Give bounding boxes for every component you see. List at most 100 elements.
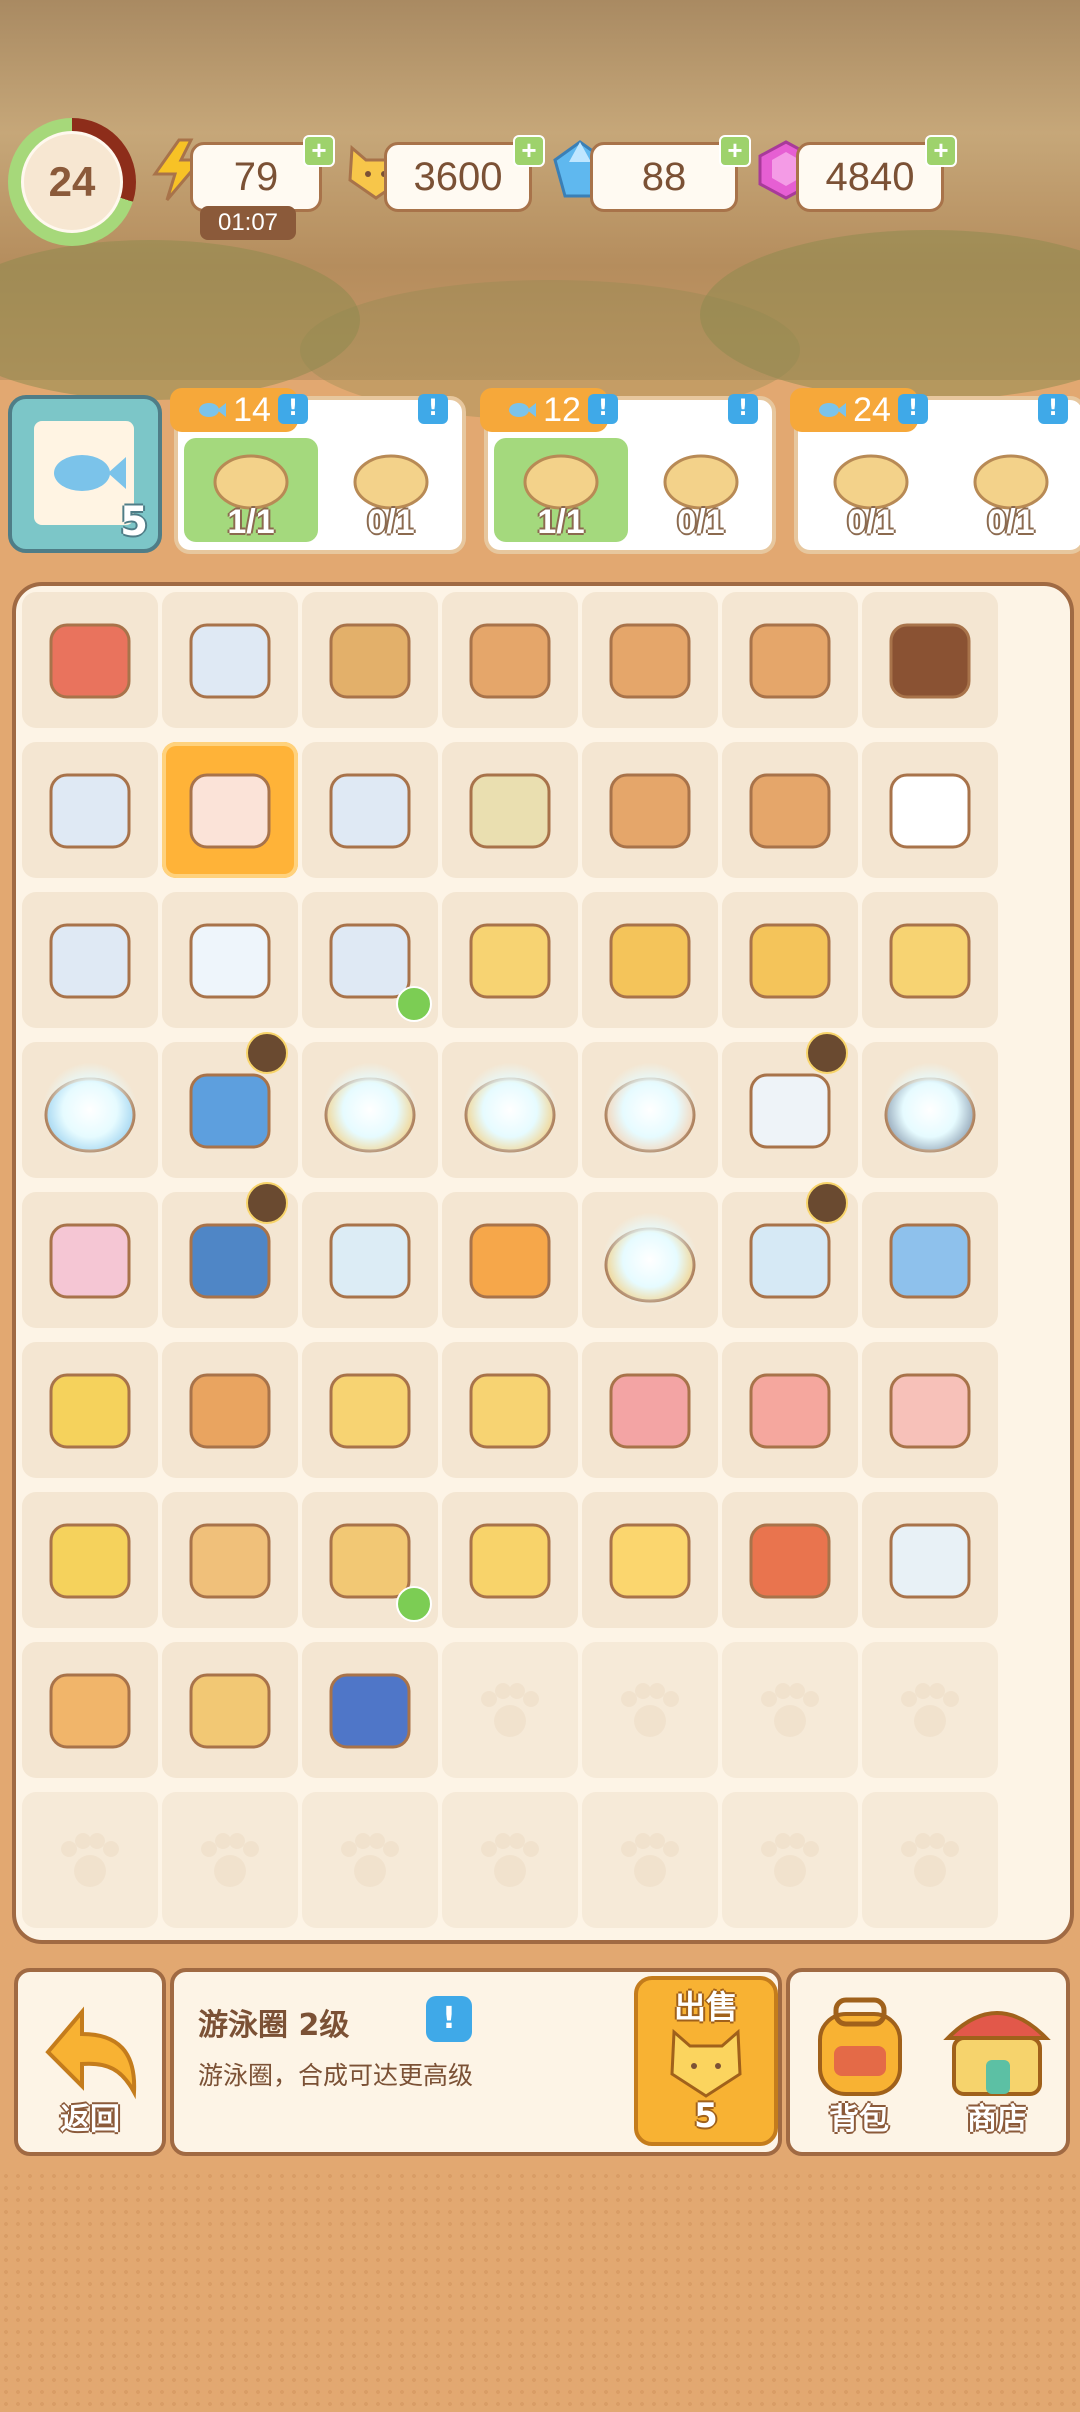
- order-slot[interactable]: 0/1: [324, 438, 458, 542]
- board-cell-empty[interactable]: [722, 1642, 858, 1778]
- shop-button[interactable]: 商店: [928, 1972, 1066, 2152]
- board-cell[interactable]: [162, 592, 298, 728]
- board-cell-empty[interactable]: [442, 1642, 578, 1778]
- board-cell[interactable]: [22, 742, 158, 878]
- board-cell-empty[interactable]: [862, 1642, 998, 1778]
- board-cell-empty[interactable]: [862, 1792, 998, 1928]
- board-cell[interactable]: [582, 1192, 718, 1328]
- order-info-button[interactable]: !: [588, 394, 618, 424]
- add-crystals-button[interactable]: +: [925, 135, 957, 167]
- sell-button[interactable]: 出售 5: [634, 1976, 778, 2146]
- board-cell[interactable]: [442, 742, 578, 878]
- board-cell[interactable]: [302, 1342, 438, 1478]
- board-cell[interactable]: [862, 1342, 998, 1478]
- order-slot[interactable]: 1/1: [184, 438, 318, 542]
- board-cell[interactable]: [862, 1192, 998, 1328]
- order-card[interactable]: 14 1/1! 0/1!: [170, 388, 466, 554]
- board-cell[interactable]: [722, 1342, 858, 1478]
- board-cell-empty[interactable]: [22, 1792, 158, 1928]
- board-cell[interactable]: [582, 1492, 718, 1628]
- board-cell[interactable]: [862, 1042, 998, 1178]
- board-cell[interactable]: [162, 742, 298, 878]
- board-cell[interactable]: [162, 1182, 298, 1328]
- board-cell[interactable]: [22, 1642, 158, 1778]
- order-card[interactable]: 24 0/1! 0/1!: [790, 388, 1080, 554]
- board-cell[interactable]: [302, 592, 438, 728]
- order-slot[interactable]: 0/1: [804, 438, 938, 542]
- board-cell[interactable]: [582, 742, 718, 878]
- board-cell-empty[interactable]: [302, 1792, 438, 1928]
- add-coins-button[interactable]: +: [513, 135, 545, 167]
- board-cell-empty[interactable]: [442, 1792, 578, 1928]
- board-cell[interactable]: [582, 1042, 718, 1178]
- board-cell[interactable]: [162, 1492, 298, 1628]
- order-info-button[interactable]: !: [418, 394, 448, 424]
- board-cell[interactable]: [22, 1042, 158, 1178]
- order-slot[interactable]: 0/1: [634, 438, 768, 542]
- board-cell[interactable]: [442, 1492, 578, 1628]
- coins-counter[interactable]: 3600 +: [384, 135, 545, 212]
- board-cell-empty[interactable]: [162, 1792, 298, 1928]
- board-cell-empty[interactable]: [722, 1792, 858, 1928]
- board-cell[interactable]: [22, 1492, 158, 1628]
- board-cell[interactable]: [302, 742, 438, 878]
- board-cell[interactable]: [302, 1192, 438, 1328]
- side-buttons: 背包 商店: [786, 1968, 1070, 2156]
- board-cell[interactable]: [22, 1342, 158, 1478]
- order-info-button[interactable]: !: [728, 394, 758, 424]
- order-slot[interactable]: 1/1: [494, 438, 628, 542]
- board-cell-empty[interactable]: [582, 1792, 718, 1928]
- ice-cubes-icon: [189, 923, 271, 999]
- board-cell[interactable]: [442, 1342, 578, 1478]
- board-cell[interactable]: [162, 1342, 298, 1478]
- order-slot[interactable]: 0/1: [944, 438, 1078, 542]
- board-cell[interactable]: [722, 1182, 858, 1328]
- board-cell[interactable]: [442, 1192, 578, 1328]
- board-cell[interactable]: [722, 1492, 858, 1628]
- board-cell[interactable]: [22, 892, 158, 1028]
- order-info-button[interactable]: !: [278, 394, 308, 424]
- board-cell[interactable]: [582, 1342, 718, 1478]
- board-cell[interactable]: [22, 1192, 158, 1328]
- add-energy-button[interactable]: +: [303, 135, 335, 167]
- board-cell[interactable]: [442, 592, 578, 728]
- ice-tray-icon: [189, 623, 271, 699]
- egg-toast-icon: [189, 1673, 271, 1749]
- board-cell[interactable]: [302, 1042, 438, 1178]
- player-level-ring[interactable]: 24: [8, 118, 136, 246]
- board-cell[interactable]: [862, 742, 998, 878]
- board-cell[interactable]: [722, 1032, 858, 1178]
- board-cell[interactable]: [442, 1042, 578, 1178]
- board-cell[interactable]: [162, 1032, 298, 1178]
- board-cell[interactable]: [22, 592, 158, 728]
- board-cell[interactable]: [302, 892, 438, 1028]
- board-cell[interactable]: [302, 1492, 438, 1628]
- order-info-button[interactable]: !: [1038, 394, 1068, 424]
- board-cell[interactable]: [862, 592, 998, 728]
- board-cell[interactable]: [442, 892, 578, 1028]
- board-cell[interactable]: [862, 1492, 998, 1628]
- lightning-lock-icon: [42, 1062, 138, 1158]
- item-info-button[interactable]: !: [426, 1996, 472, 2042]
- energy-counter[interactable]: 79 +: [190, 135, 335, 212]
- board-cell[interactable]: [302, 1642, 438, 1778]
- board-cell-empty[interactable]: [582, 1642, 718, 1778]
- board-cell[interactable]: [862, 892, 998, 1028]
- board-cell[interactable]: [722, 592, 858, 728]
- board-cell[interactable]: [582, 892, 718, 1028]
- board-cell[interactable]: [582, 592, 718, 728]
- order-info-button[interactable]: !: [898, 394, 928, 424]
- board-cell[interactable]: [162, 892, 298, 1028]
- board-cell[interactable]: [722, 892, 858, 1028]
- add-gems-button[interactable]: +: [719, 135, 751, 167]
- book-stand-icon: [469, 623, 551, 699]
- gems-counter[interactable]: 88 +: [590, 135, 751, 212]
- board-cell[interactable]: [162, 1642, 298, 1778]
- board-cell[interactable]: [722, 742, 858, 878]
- ice-tray-icon: [49, 923, 131, 999]
- order-card[interactable]: 12 1/1! 0/1!: [480, 388, 776, 554]
- back-button[interactable]: 返回: [14, 1968, 166, 2156]
- order-book-button[interactable]: 5: [8, 395, 162, 553]
- crystals-counter[interactable]: 4840 +: [796, 135, 957, 212]
- bag-button[interactable]: 背包: [790, 1972, 928, 2152]
